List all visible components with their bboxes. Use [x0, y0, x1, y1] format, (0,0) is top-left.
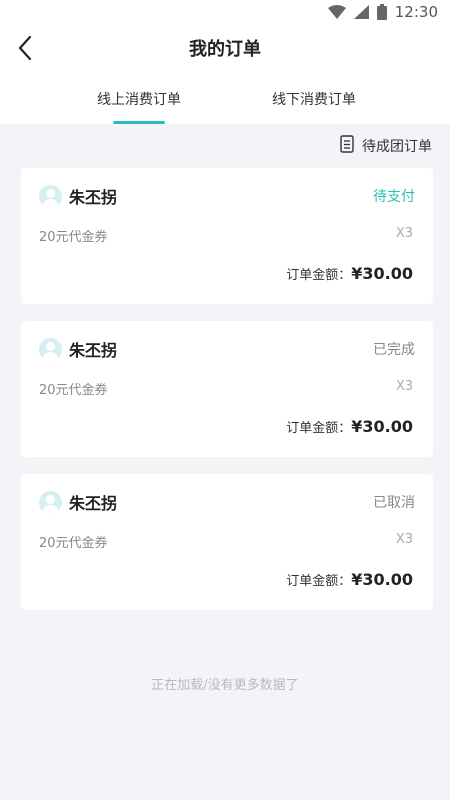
- order-user: 朱丕拐: [39, 184, 117, 208]
- amount-value: ¥30.00: [351, 417, 413, 436]
- order-user: 朱丕拐: [39, 490, 117, 514]
- item-name: 20元代金券: [39, 536, 108, 551]
- pending-group-orders-link[interactable]: 待成团订单: [340, 134, 432, 158]
- wifi-icon: [327, 5, 346, 19]
- amount-label: 订单金额：: [286, 268, 352, 283]
- tab-label: 线上消费订单: [97, 92, 181, 108]
- order-amount-row: 订单金额： ¥30.00: [286, 570, 413, 589]
- amount-label: 订单金额：: [286, 574, 352, 589]
- item-quantity: X3: [395, 532, 413, 547]
- order-amount-row: 订单金额： ¥30.00: [286, 417, 413, 436]
- order-card[interactable]: 朱丕拐 待支付 20元代金券 X3 订单金额： ¥30.00: [21, 168, 433, 304]
- back-button[interactable]: [10, 34, 40, 66]
- item-quantity: X3: [395, 379, 413, 394]
- avatar: [39, 184, 62, 208]
- status-icons: 12:30: [327, 3, 438, 21]
- amount-value: ¥30.00: [351, 264, 413, 283]
- active-tab-indicator: [113, 121, 165, 124]
- tab-offline-orders[interactable]: 线下消费订单: [234, 76, 394, 124]
- user-name: 朱丕拐: [69, 494, 118, 513]
- battery-icon: [376, 4, 387, 20]
- document-list-icon: [340, 135, 354, 157]
- status-bar: 12:30: [0, 0, 450, 24]
- order-user: 朱丕拐: [39, 337, 117, 361]
- amount-label: 订单金额：: [286, 421, 352, 436]
- order-status: 已完成: [373, 342, 415, 358]
- item-name: 20元代金券: [39, 230, 108, 245]
- back-arrow-icon: [18, 35, 32, 65]
- order-status: 已取消: [373, 495, 415, 511]
- item-quantity: X3: [395, 226, 413, 241]
- order-amount-row: 订单金额： ¥30.00: [286, 264, 413, 283]
- tab-online-orders[interactable]: 线上消费订单: [59, 76, 219, 124]
- tab-label: 线下消费订单: [272, 92, 356, 108]
- order-tabs: 线上消费订单 线下消费订单: [0, 76, 450, 124]
- amount-value: ¥30.00: [351, 570, 413, 589]
- item-name: 20元代金券: [39, 383, 108, 398]
- load-more-status: 正在加载/没有更多数据了: [151, 678, 299, 693]
- order-card[interactable]: 朱丕拐 已完成 20元代金券 X3 订单金额： ¥30.00: [21, 321, 433, 457]
- app-header: 我的订单: [0, 24, 450, 76]
- order-status: 待支付: [373, 189, 415, 205]
- page-title: 我的订单: [189, 39, 261, 60]
- avatar: [39, 490, 62, 514]
- cellular-signal-icon: [353, 5, 369, 19]
- status-time: 12:30: [394, 3, 438, 21]
- avatar: [39, 337, 62, 361]
- order-card[interactable]: 朱丕拐 已取消 20元代金券 X3 订单金额： ¥30.00: [21, 474, 433, 610]
- user-name: 朱丕拐: [69, 341, 118, 360]
- user-name: 朱丕拐: [69, 188, 118, 207]
- pending-group-orders-label: 待成团订单: [362, 139, 432, 155]
